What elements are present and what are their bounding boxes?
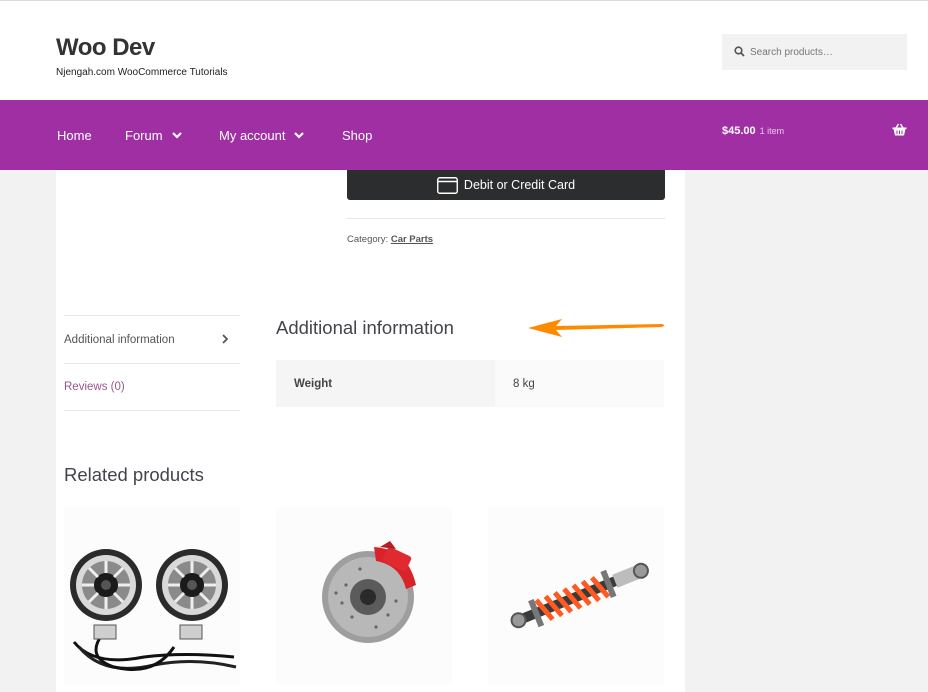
brake-disc-image	[322, 541, 416, 643]
annotation-arrow	[528, 319, 664, 337]
panel-title: Additional information	[276, 317, 454, 338]
tab-additional-information[interactable]: Additional information	[64, 315, 240, 363]
divider	[347, 218, 665, 219]
related-products-title: Related products	[64, 464, 204, 485]
product-content: Debit or Credit Card Category: Car Parts…	[56, 170, 685, 692]
search-icon	[734, 46, 745, 57]
site-title[interactable]: Woo Dev	[56, 34, 155, 62]
debit-credit-card-button[interactable]: Debit or Credit Card	[347, 170, 665, 200]
nav-item-forum[interactable]: Forum	[125, 100, 182, 170]
nav-item-label: Forum	[125, 127, 163, 143]
nav-item-label: Shop	[342, 127, 373, 143]
site-header: Woo Dev Njengah.com WooCommerce Tutorial…	[0, 1, 928, 100]
basket-icon[interactable]	[892, 123, 907, 136]
product-tabs: Additional information Reviews (0)	[64, 315, 240, 411]
search-input[interactable]	[750, 34, 900, 70]
credit-card-icon	[436, 176, 458, 194]
cart-summary[interactable]: $45.00 1 item	[722, 125, 784, 137]
site-description: Njengah.com WooCommerce Tutorials	[56, 67, 228, 78]
nav-item-label: Home	[57, 127, 92, 143]
nav-item-my-account[interactable]: My account	[219, 100, 305, 170]
shock-absorber-image	[510, 562, 649, 629]
related-product-speakers[interactable]	[64, 507, 240, 685]
search-box[interactable]	[722, 34, 907, 70]
attributes-table: Weight 8 kg	[276, 360, 664, 407]
nav-item-home[interactable]: Home	[57, 100, 92, 170]
chevron-down-icon	[171, 131, 182, 139]
cart-count: 1 item	[759, 126, 785, 136]
attribute-name: Weight	[276, 360, 495, 407]
tab-label: Reviews (0)	[64, 381, 125, 393]
tab-label: Additional information	[64, 333, 175, 346]
primary-navigation: Home Forum My account Shop	[0, 100, 928, 170]
nav-item-shop[interactable]: Shop	[342, 100, 372, 170]
category-link[interactable]: Car Parts	[391, 234, 433, 245]
speakers-image	[70, 549, 237, 671]
attribute-value: 8 kg	[495, 360, 664, 407]
related-product-shock-absorber[interactable]	[488, 507, 664, 685]
tab-reviews[interactable]: Reviews (0)	[64, 363, 240, 411]
nav-item-label: My account	[219, 127, 286, 143]
related-product-brake-disc[interactable]	[276, 507, 452, 685]
category-label: Category:	[347, 234, 389, 245]
payment-button-label: Debit or Credit Card	[463, 178, 576, 192]
product-category: Category: Car Parts	[347, 234, 433, 245]
chevron-down-icon	[294, 131, 305, 139]
cart-amount: $45.00	[722, 125, 756, 137]
chevron-right-icon	[222, 334, 228, 344]
